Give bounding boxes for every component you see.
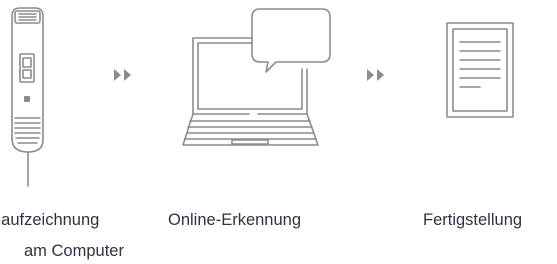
arrow-icon [367, 69, 384, 81]
document-icon [446, 22, 514, 118]
laptop-speech-bubble-icon [182, 8, 331, 146]
step-1-caption-line-1: haufzeichnung [0, 211, 100, 229]
process-diagram [11, 7, 514, 187]
step-2-caption: Online-Erkennung [168, 211, 301, 229]
step-3-caption: Fertigstellung [423, 211, 523, 229]
step-1-caption-line-2: am Computer [24, 242, 124, 260]
arrow-icon [114, 69, 131, 81]
dictation-microphone-icon [11, 7, 44, 187]
